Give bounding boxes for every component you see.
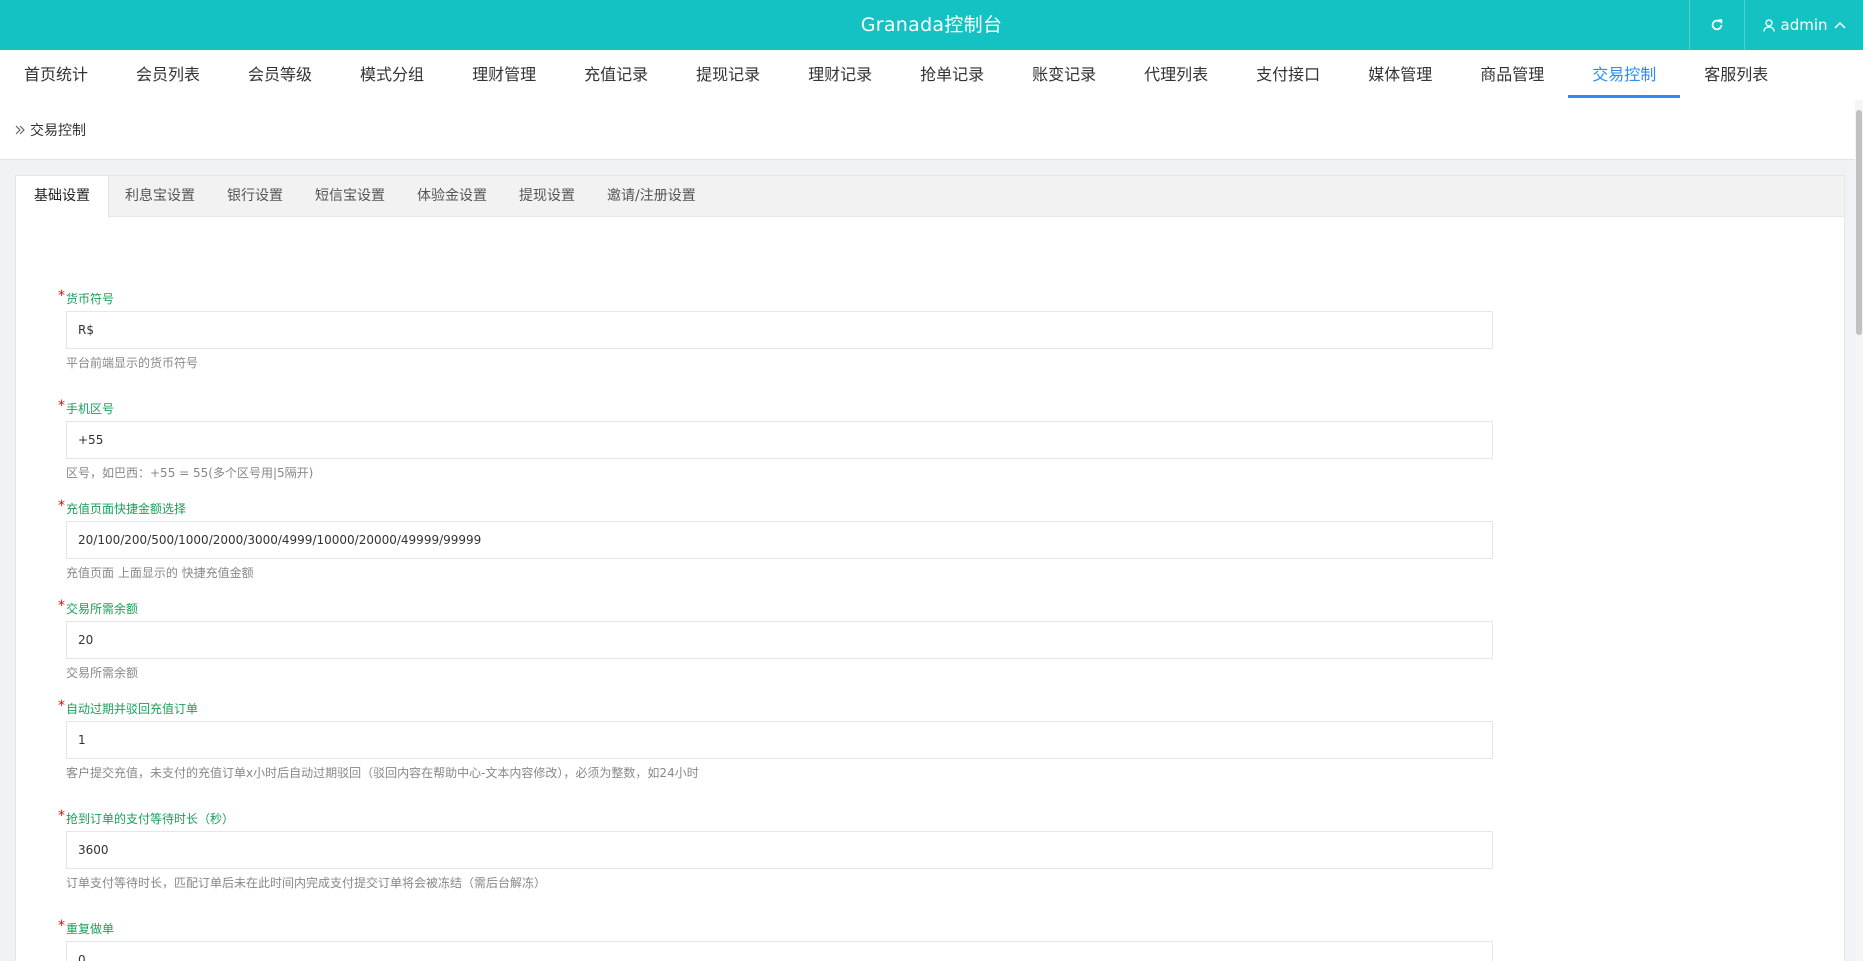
required-mark: * (58, 398, 65, 414)
nav-item-finance[interactable]: 理财管理 (448, 50, 560, 100)
user-menu[interactable]: admin (1745, 0, 1863, 50)
basic-settings-form: * 货币符号 R$ 平台前端显示的货币符号 * 手机区号 +55 区号，如巴西：+5… (56, 288, 1493, 961)
field-currency-symbol: * 货币符号 R$ 平台前端显示的货币符号 (56, 288, 1493, 371)
breadcrumb-current: 交易控制 (30, 122, 86, 139)
field-label: * 重复做单 (58, 918, 115, 936)
nav-item-recharge-records[interactable]: 充值记录 (560, 50, 672, 100)
required-mark: * (58, 598, 65, 614)
field-label: * 货币符号 (58, 288, 115, 306)
nav-item-payment[interactable]: 支付接口 (1232, 50, 1344, 100)
field-label: * 自动过期并驳回充值订单 (58, 698, 199, 716)
scrollbar-thumb[interactable] (1856, 110, 1862, 335)
settings-tabs: 基础设置 利息宝设置 银行设置 短信宝设置 体验金设置 提现设置 邀请/注册设置 (16, 176, 1844, 218)
field-quick-amounts: * 充值页面快捷金额选择 20/100/200/500/1000/2000/300… (56, 498, 1493, 581)
quick-amounts-input[interactable]: 20/100/200/500/1000/2000/3000/4999/10000… (66, 521, 1493, 559)
tab-trial-fund-settings[interactable]: 体验金设置 (401, 176, 503, 217)
required-balance-input[interactable]: 20 (66, 621, 1493, 659)
field-repeat-orders: * 重复做单 0 (56, 918, 1493, 961)
nav-item-customer-service[interactable]: 客服列表 (1680, 50, 1792, 100)
tab-bank-settings[interactable]: 银行设置 (211, 176, 299, 217)
required-mark: * (58, 698, 65, 714)
repeat-orders-input[interactable]: 0 (66, 941, 1493, 961)
tab-interest-settings[interactable]: 利息宝设置 (109, 176, 211, 217)
required-mark: * (58, 918, 65, 934)
field-hint: 客户提交充值，未支付的充值订单x小时后自动过期驳回（驳回内容在帮助中心-文本内容… (66, 766, 699, 780)
currency-symbol-input[interactable]: R$ (66, 311, 1493, 349)
settings-panel: 基础设置 利息宝设置 银行设置 短信宝设置 体验金设置 提现设置 邀请/注册设置… (15, 175, 1845, 961)
nav-item-products[interactable]: 商品管理 (1456, 50, 1568, 100)
auto-expire-input[interactable]: 1 (66, 721, 1493, 759)
nav-item-trade-control[interactable]: 交易控制 (1568, 50, 1681, 100)
field-hint: 区号，如巴西：+55 = 55(多个区号用|5隔开) (66, 466, 314, 480)
main-nav: 首页统计 会员列表 会员等级 模式分组 理财管理 充值记录 提现记录 理财记录 … (0, 50, 1863, 100)
app-title: Granada控制台 (860, 14, 1003, 36)
field-label: * 充值页面快捷金额选择 (58, 498, 187, 516)
payment-wait-input[interactable]: 3600 (66, 831, 1493, 869)
required-mark: * (58, 498, 65, 514)
nav-item-members[interactable]: 会员列表 (112, 50, 224, 100)
field-auto-expire-recharge: * 自动过期并驳回充值订单 1 客户提交充值，未支付的充值订单x小时后自动过期驳回… (56, 698, 1493, 781)
refresh-icon (1711, 19, 1723, 31)
field-label: * 抢到订单的支付等待时长（秒） (58, 808, 235, 826)
refresh-button[interactable] (1689, 0, 1745, 50)
nav-item-mode-groups[interactable]: 模式分组 (336, 50, 448, 100)
field-hint: 平台前端显示的货币符号 (66, 356, 199, 370)
field-hint: 交易所需余额 (66, 666, 139, 680)
chevron-up-icon (1833, 21, 1846, 29)
nav-item-media[interactable]: 媒体管理 (1344, 50, 1456, 100)
nav-item-withdraw-records[interactable]: 提现记录 (672, 50, 784, 100)
nav-item-agents[interactable]: 代理列表 (1120, 50, 1232, 100)
required-mark: * (58, 808, 65, 824)
field-payment-wait-duration: * 抢到订单的支付等待时长（秒） 3600 订单支付等待时长，匹配订单后未在此时间… (56, 808, 1493, 891)
field-hint: 订单支付等待时长，匹配订单后未在此时间内完成支付提交订单将会被冻结（需后台解冻） (66, 876, 547, 890)
field-phone-area-code: * 手机区号 +55 区号，如巴西：+55 = 55(多个区号用|5隔开) (56, 398, 1493, 481)
nav-item-finance-records[interactable]: 理财记录 (784, 50, 896, 100)
nav-item-grab-records[interactable]: 抢单记录 (896, 50, 1008, 100)
top-bar: Granada控制台 admin (0, 0, 1863, 50)
nav-item-member-levels[interactable]: 会员等级 (224, 50, 336, 100)
field-label: * 交易所需余额 (58, 598, 139, 616)
required-mark: * (58, 288, 65, 304)
tab-basic-settings[interactable]: 基础设置 (16, 176, 109, 218)
double-chevron-right-icon (15, 125, 25, 134)
tab-sms-settings[interactable]: 短信宝设置 (299, 176, 401, 217)
field-label: * 手机区号 (58, 398, 115, 416)
field-hint: 充值页面 上面显示的 快捷充值金额 (66, 566, 254, 580)
user-icon (1762, 18, 1775, 32)
field-required-balance: * 交易所需余额 20 交易所需余额 (56, 598, 1493, 681)
phone-area-code-input[interactable]: +55 (66, 421, 1493, 459)
nav-item-dashboard[interactable]: 首页统计 (0, 50, 112, 100)
username: admin (1780, 16, 1828, 34)
nav-item-account-changes[interactable]: 账变记录 (1008, 50, 1120, 100)
tab-invite-register-settings[interactable]: 邀请/注册设置 (591, 176, 712, 217)
tab-withdraw-settings[interactable]: 提现设置 (503, 176, 591, 217)
breadcrumb: 交易控制 (0, 100, 1863, 160)
